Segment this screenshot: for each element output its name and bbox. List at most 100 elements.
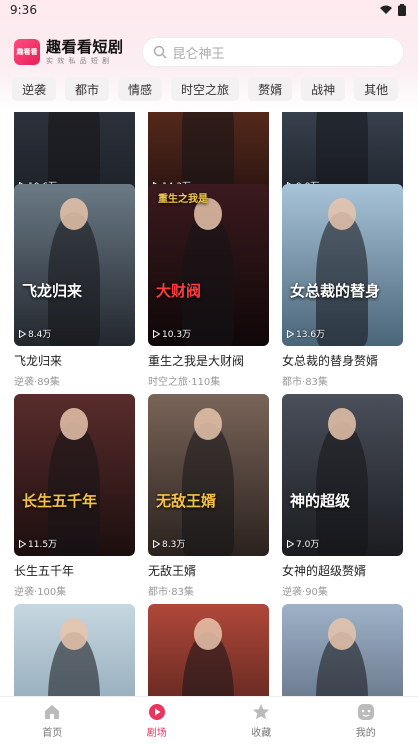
- poster-subtitle: 重生之我是: [158, 194, 208, 205]
- poster-face: [60, 198, 88, 230]
- drama-card[interactable]: 神的超级 7.0万女神的超级赘婿 逆袭·90集: [282, 394, 403, 598]
- home-icon: [43, 703, 61, 721]
- drama-poster[interactable]: [148, 604, 269, 696]
- drama-card[interactable]: [148, 604, 269, 696]
- star-icon: [252, 703, 270, 721]
- drama-meta: 时空之旅·110集: [148, 373, 269, 388]
- poster-face: [328, 618, 356, 650]
- poster-face: [328, 408, 356, 440]
- poster-figure: [182, 422, 234, 556]
- poster-figure: [48, 422, 100, 556]
- poster-title-art: 长生五千年: [22, 492, 98, 510]
- drama-poster[interactable]: [14, 604, 135, 696]
- drama-genre: 时空之旅: [148, 377, 188, 388]
- drama-title[interactable]: 女神的超级赘婿: [282, 562, 403, 579]
- app-subtitle: 实 效 私 品 短 剧: [46, 56, 111, 65]
- drama-poster[interactable]: 长生五千年 11.5万: [14, 394, 135, 556]
- drama-card[interactable]: 长生五千年 11.5万 长生五千年 逆袭·100集: [14, 394, 135, 598]
- search-placeholder: 昆仑神王: [172, 46, 225, 62]
- play-count-text: 8.4万: [28, 330, 52, 340]
- poster-face: [328, 198, 356, 230]
- drama-title[interactable]: 无敌王婿: [148, 562, 269, 579]
- poster-figure: [182, 212, 234, 346]
- play-count-text: 8.3万: [162, 540, 186, 550]
- drama-grid: 10.6万虎婿为王逆袭·90集14.3万你是我的心头星都市·100集9.8万我是…: [0, 112, 418, 696]
- status-icons: [380, 4, 406, 16]
- poster-title-art: 无敌王婿: [156, 492, 217, 510]
- drama-card[interactable]: [14, 604, 135, 696]
- drama-poster[interactable]: [282, 604, 403, 696]
- category-tab[interactable]: 都市: [65, 77, 110, 101]
- search-input[interactable]: 昆仑神王: [141, 37, 404, 67]
- drama-card[interactable]: 重生之我是 大财阀 10.3万 重生之我是大财阀 时空之旅·110集: [148, 184, 269, 388]
- drama-genre: 都市: [282, 377, 302, 388]
- play-count-text: 13.6万: [296, 330, 326, 340]
- drama-title[interactable]: 女总裁的替身赘婿: [282, 352, 403, 369]
- poster-title-art: 女总裁的替身: [290, 282, 381, 300]
- drama-poster[interactable]: 神的超级 7.0万: [282, 394, 403, 556]
- drama-episodes: 89集: [37, 377, 60, 388]
- category-tab[interactable]: 战神: [301, 77, 346, 101]
- status-time: 9:36: [10, 3, 37, 17]
- category-tabs: 逆袭 都市 情感 时空之旅 赘婿 战神 其他: [0, 76, 418, 102]
- poster-face: [60, 618, 88, 650]
- nav-label: 我的: [355, 727, 376, 739]
- drama-poster[interactable]: 飞龙归来 8.4万: [14, 184, 135, 346]
- poster-figure: [316, 422, 368, 556]
- drama-poster[interactable]: 重生之我是大财阀 10.3万: [148, 184, 269, 346]
- drama-card[interactable]: 飞龙归来 8.4万飞龙归来逆袭·89集: [14, 184, 135, 388]
- play-count-text: 10.3万: [162, 330, 192, 340]
- play-icon: [19, 329, 26, 338]
- drama-episodes: 90集: [305, 587, 328, 598]
- poster-face: [60, 408, 88, 440]
- category-tab[interactable]: 其他: [354, 77, 399, 101]
- drama-meta: 都市·83集: [282, 373, 403, 388]
- drama-meta: 都市·83集: [148, 583, 269, 598]
- drama-genre: 都市: [148, 587, 168, 598]
- nav-label: 首页: [42, 727, 63, 739]
- nav-item-3[interactable]: 我的: [336, 703, 396, 739]
- drama-genre: 逆袭: [14, 377, 34, 388]
- drama-poster[interactable]: 无敌王婿 8.3万: [148, 394, 269, 556]
- drama-title[interactable]: 飞龙归来: [14, 352, 135, 369]
- drama-episodes: 83集: [171, 587, 194, 598]
- play-count: 11.5万: [19, 537, 57, 550]
- nav-item-2[interactable]: 收藏: [231, 703, 291, 739]
- poster-figure: [316, 212, 368, 346]
- drama-card[interactable]: [282, 604, 403, 696]
- drama-title[interactable]: 长生五千年: [14, 562, 135, 579]
- drama-card[interactable]: 女总裁的替身 13.6万女总裁的替身赘婿 都市·83集: [282, 184, 403, 388]
- play-icon: [287, 539, 294, 548]
- drama-episodes: 100集: [37, 587, 67, 598]
- category-tab[interactable]: 情感: [118, 77, 163, 101]
- play-icon: [153, 329, 160, 338]
- app-header: 趣看看 趣看看短剧 实 效 私 品 短 剧 昆仑神王: [0, 34, 418, 70]
- drama-title[interactable]: 重生之我是大财阀: [148, 352, 269, 369]
- drama-poster[interactable]: 女总裁的替身 13.6万: [282, 184, 403, 346]
- nav-item-1[interactable]: 剧场: [127, 703, 187, 739]
- app-name: 趣看看短剧: [46, 37, 124, 56]
- category-tab[interactable]: 赘婿: [248, 77, 293, 101]
- profile-icon: [357, 703, 375, 721]
- play-icon: [287, 329, 294, 338]
- play-count: 10.3万: [153, 327, 191, 340]
- category-tab[interactable]: 逆袭: [12, 77, 57, 101]
- drama-episodes: 83集: [305, 377, 328, 388]
- brand: 趣看看短剧 实 效 私 品 短 剧: [46, 37, 124, 65]
- nav-item-0[interactable]: 首页: [22, 703, 82, 739]
- bottom-nav: 首页 剧场 收藏 我的: [0, 696, 418, 744]
- play-count: 13.6万: [287, 327, 325, 340]
- wifi-icon: [380, 5, 392, 14]
- play-icon: [19, 539, 26, 548]
- drama-meta: 逆袭·89集: [14, 373, 135, 388]
- category-tab[interactable]: 时空之旅: [171, 77, 240, 101]
- play-count: 8.4万: [19, 327, 51, 340]
- poster-face: [194, 618, 222, 650]
- play-count-text: 7.0万: [296, 540, 320, 550]
- drama-genre: 逆袭: [282, 587, 302, 598]
- nav-label: 剧场: [146, 727, 167, 739]
- drama-meta: 逆袭·90集: [282, 583, 403, 598]
- drama-card[interactable]: 无敌王婿 8.3万 无敌王婿 都市·83集: [148, 394, 269, 598]
- nav-label: 收藏: [251, 727, 272, 739]
- poster-title-art: 大财阀: [156, 282, 202, 300]
